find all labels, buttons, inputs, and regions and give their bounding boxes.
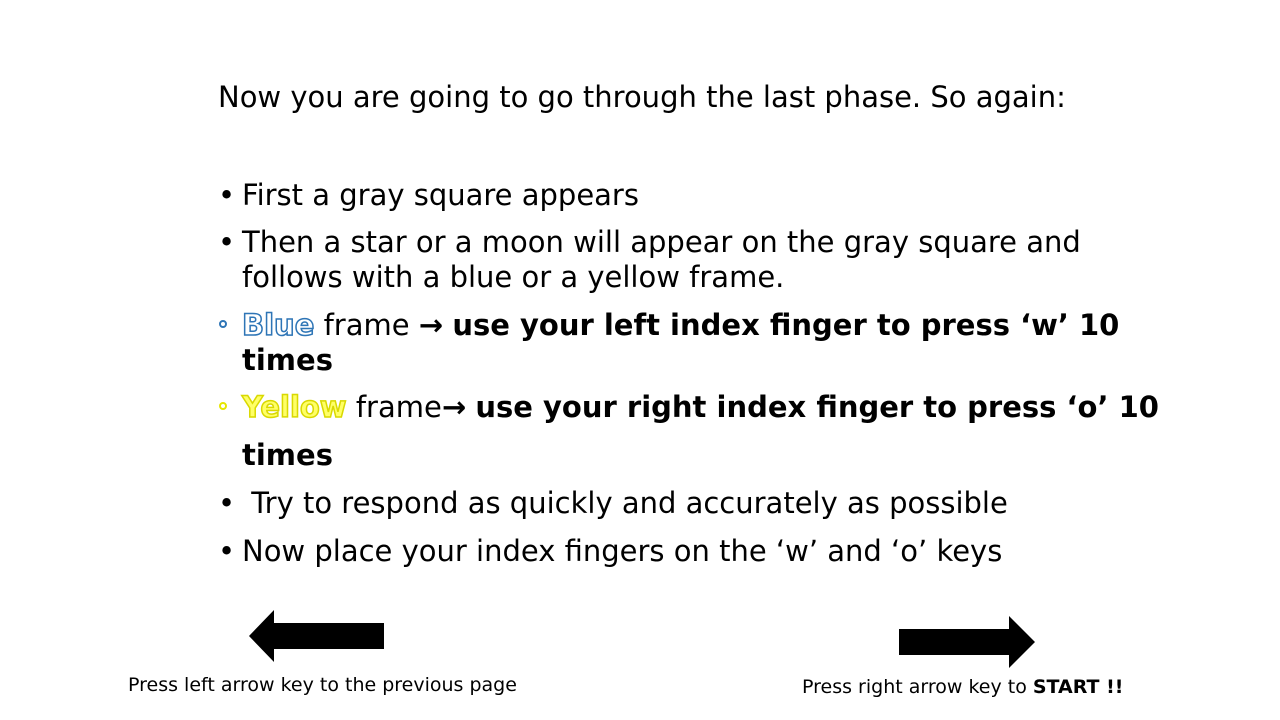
- bullet-dot: •: [218, 225, 236, 259]
- blue-ring-bullet: [219, 320, 227, 328]
- previous-page-hint: Press left arrow key to the previous pag…: [128, 674, 517, 696]
- blue-word: Blue: [241, 307, 315, 343]
- blue-instruction: use your left index finger to press ‘w’ …: [452, 308, 1120, 342]
- right-arrow-icon: →: [441, 390, 467, 424]
- right-arrow-icon: →: [418, 308, 444, 342]
- bullet-item-yellow-frame: Yellow frame→ use your right index finge…: [218, 389, 1159, 480]
- blue-instruction-times: times: [242, 343, 333, 377]
- start-hint-bold: START !!: [1032, 676, 1124, 698]
- bullet-text-line2: follows with a blue or a yellow frame.: [242, 260, 785, 294]
- yellow-instruction: use your right index finger to press ‘o’…: [475, 390, 1159, 424]
- bullet-dot: •: [218, 178, 236, 212]
- yellow-frame-text: frame: [346, 390, 442, 424]
- blue-frame-text: frame: [314, 308, 419, 342]
- bullet-text: Now place your index fingers on the ‘w’ …: [242, 534, 1003, 568]
- yellow-instruction-times: times: [242, 438, 333, 472]
- intro-text: Now you are going to go through the last…: [218, 80, 1066, 114]
- bullet-text: Try to respond as quickly and accurately…: [242, 486, 1008, 520]
- left-arrow-icon: [249, 610, 384, 662]
- bullet-text: First a gray square appears: [242, 178, 639, 212]
- start-hint: Press right arrow key to START !!: [802, 676, 1123, 698]
- yellow-ring-bullet: [219, 402, 227, 410]
- start-hint-prefix: Press right arrow key to: [802, 676, 1033, 698]
- bullet-dot: •: [218, 486, 236, 520]
- right-arrow-icon: [899, 616, 1035, 668]
- yellow-word: Yellow: [241, 389, 347, 425]
- bullet-text-line1: Then a star or a moon will appear on the…: [242, 225, 1081, 259]
- bullet-dot: •: [218, 534, 236, 568]
- bullet-item-blue-frame: Blue frame → use your left index finger …: [218, 307, 1120, 378]
